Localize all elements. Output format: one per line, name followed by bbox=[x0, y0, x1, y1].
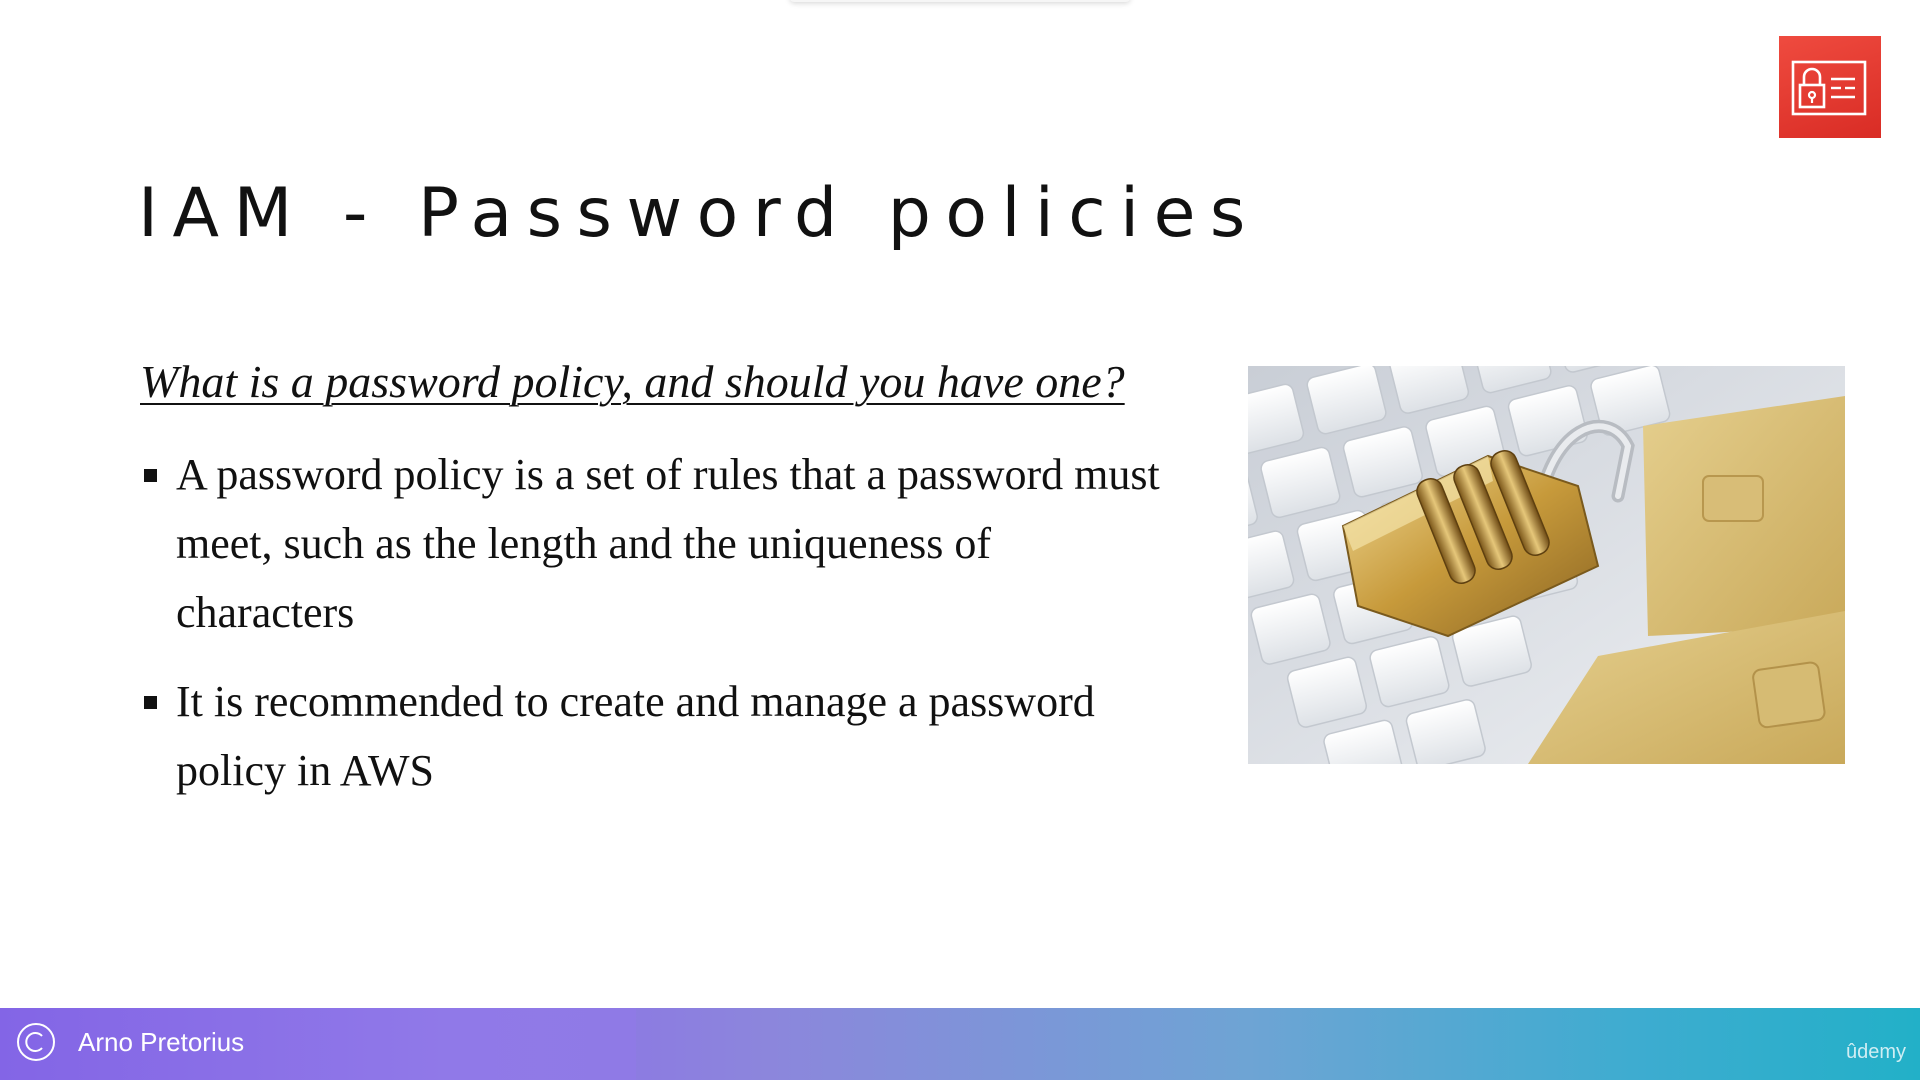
udemy-watermark: ûdemy bbox=[1845, 1041, 1906, 1063]
author-name: Arno Pretorius bbox=[78, 1027, 245, 1057]
iam-identity-icon bbox=[1791, 60, 1867, 116]
bullet-square-icon bbox=[144, 696, 157, 709]
iam-service-badge bbox=[1779, 36, 1881, 138]
bullet-square-icon bbox=[144, 469, 157, 482]
bullet-text: A password policy is a set of rules that… bbox=[176, 450, 1160, 637]
copyright-icon bbox=[17, 1023, 55, 1061]
bullet-text: It is recommended to create and manage a… bbox=[176, 677, 1095, 795]
padlock-keyboard-photo bbox=[1248, 366, 1845, 764]
slide-title: IAM - Password policies bbox=[138, 174, 1260, 253]
padlock-on-keyboard-image bbox=[1248, 366, 1845, 764]
bullet-list: A password policy is a set of rules that… bbox=[140, 440, 1180, 825]
slide-question: What is a password policy, and should yo… bbox=[140, 356, 1125, 407]
slide: IAM - Password policies What is a passwo… bbox=[0, 0, 1920, 1080]
bullet-item: A password policy is a set of rules that… bbox=[140, 440, 1180, 647]
top-handle bbox=[790, 0, 1130, 2]
footer-bar: Arno Pretorius ûdemy bbox=[0, 1008, 1920, 1080]
bullet-item: It is recommended to create and manage a… bbox=[140, 667, 1180, 805]
